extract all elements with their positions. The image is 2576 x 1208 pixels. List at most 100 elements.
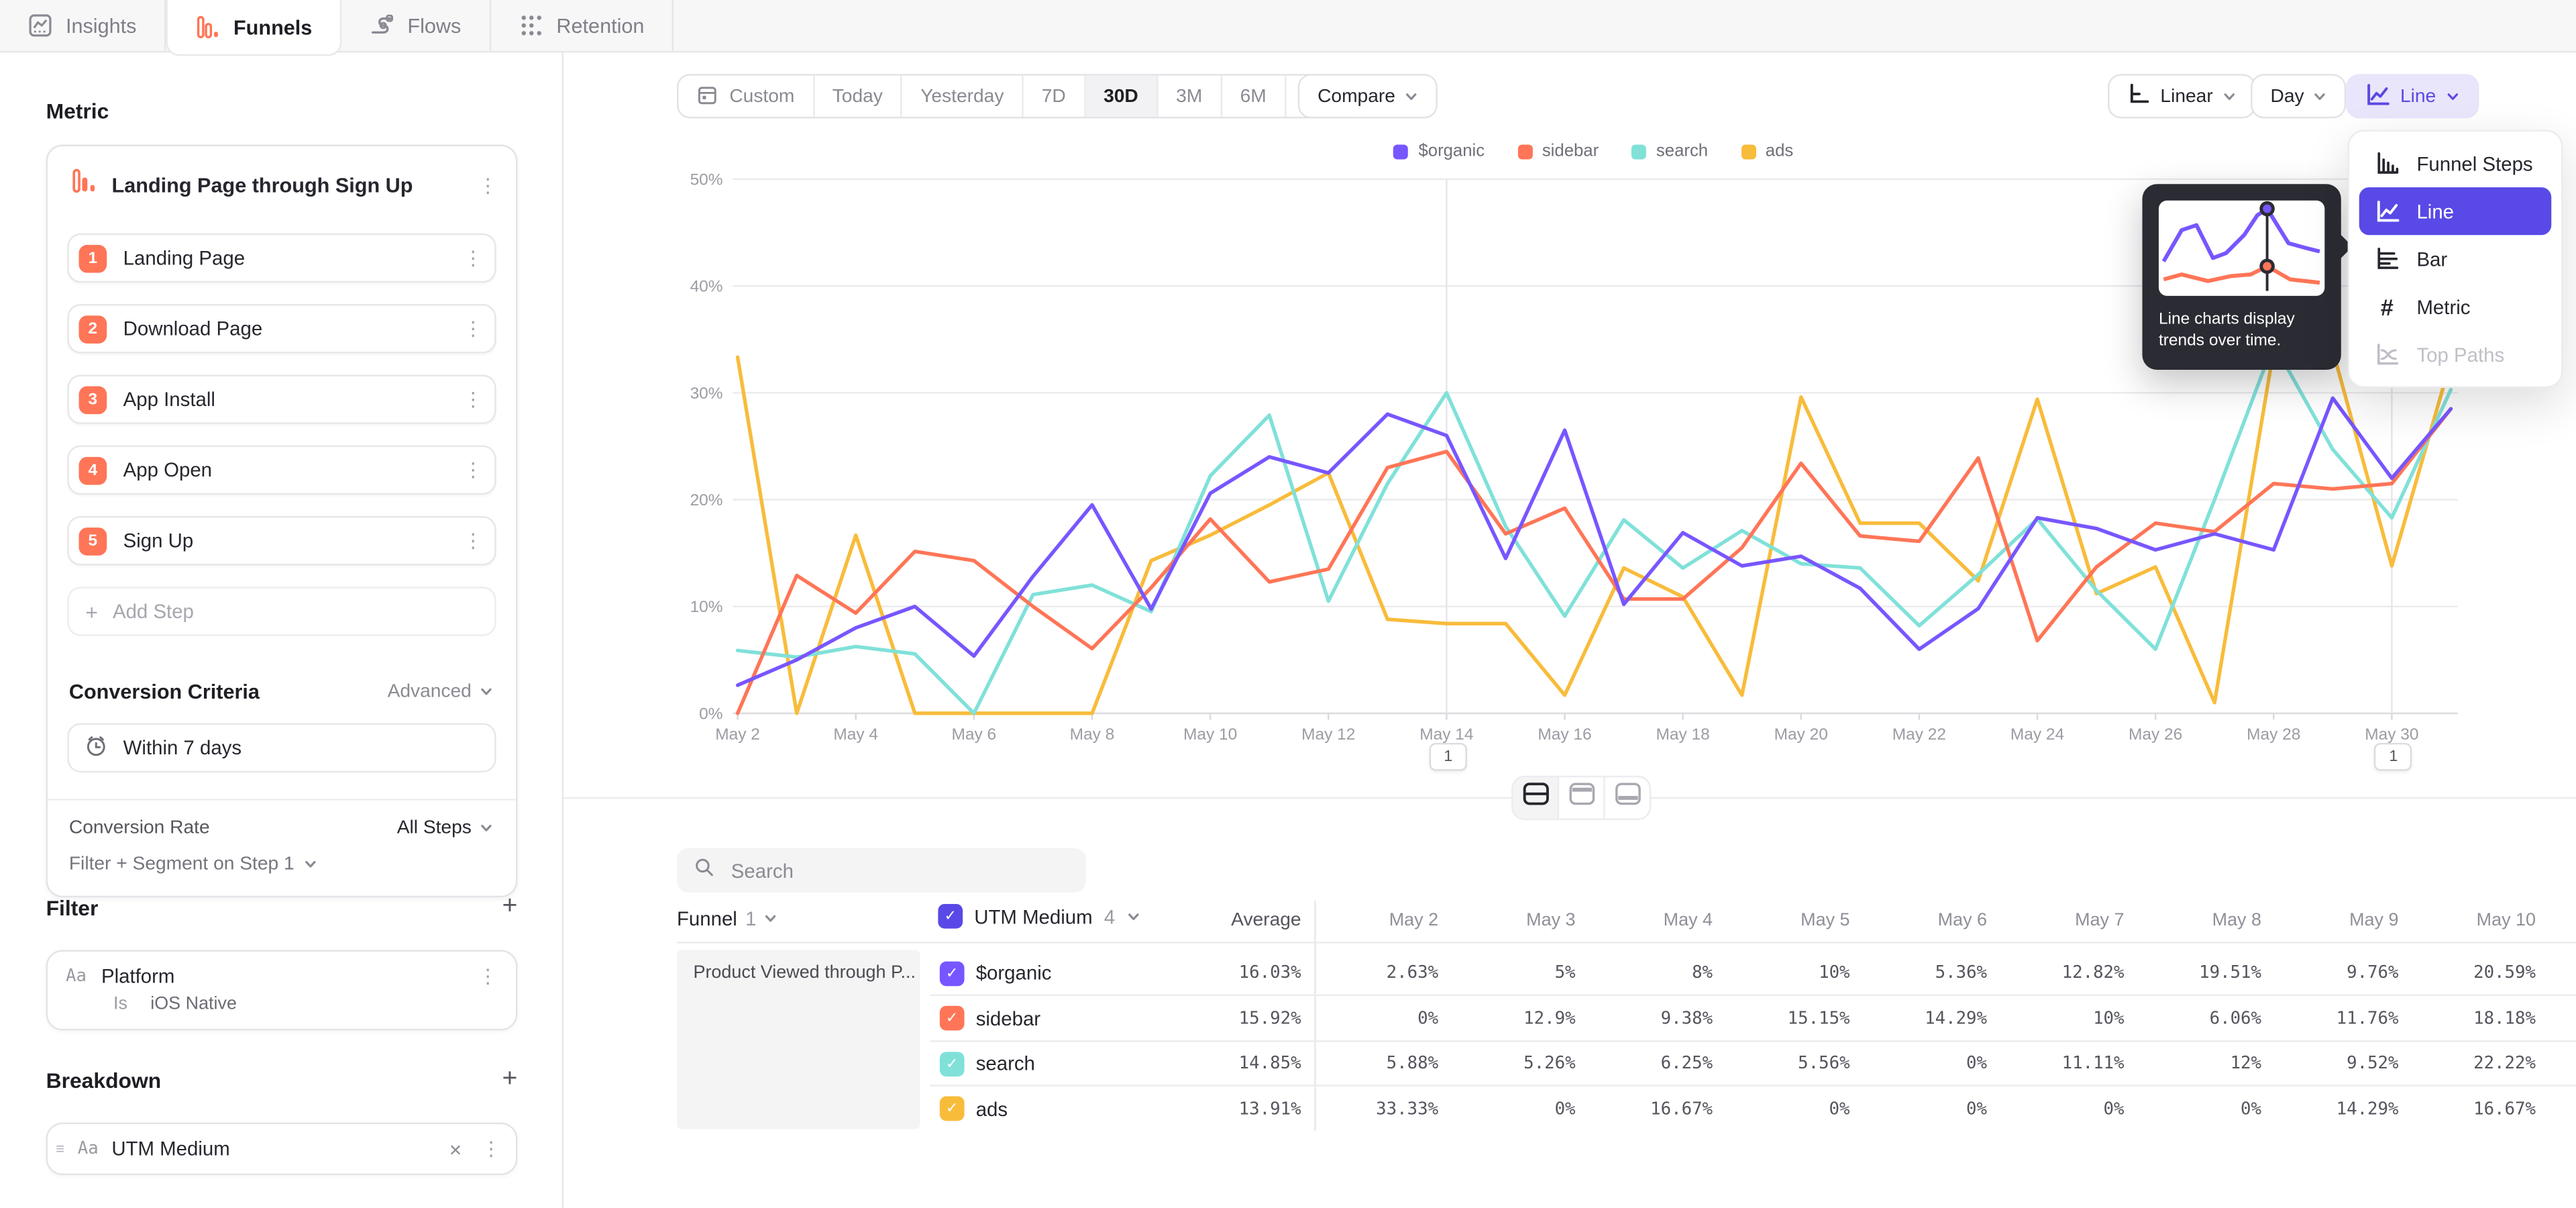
band-top-icon [1568, 783, 1595, 814]
funnel-column-header[interactable]: Funnel 1 [677, 907, 777, 930]
date-range-today[interactable]: Today [814, 76, 902, 117]
split-rows-icon [1522, 783, 1548, 814]
chart-type-dropdown-button[interactable]: Line [2346, 74, 2479, 118]
layout-toggle-band-bottom[interactable] [1605, 777, 1650, 818]
menu-item-bar[interactable]: Bar [2359, 235, 2552, 283]
funnel-step-5[interactable]: 5Sign Up [67, 516, 496, 565]
filter-operator[interactable]: Is [113, 995, 127, 1014]
search-input[interactable] [728, 857, 1069, 883]
breakdown-card[interactable]: Aa UTM Medium [46, 1123, 518, 1175]
breakdown-column-header[interactable]: ✓ UTM Medium 4 [938, 904, 1139, 929]
add-step-label: Add Step [113, 600, 194, 623]
legend-item-search[interactable]: search [1631, 142, 1708, 161]
series-line-ads[interactable] [738, 350, 2451, 713]
tab-funnels[interactable]: Funnels [166, 0, 342, 56]
table-cell: 16.67% [2404, 1099, 2536, 1118]
date-column-header: May 7 [1993, 911, 2125, 930]
layout-toggle-split-rows[interactable] [1513, 777, 1560, 818]
funnel-steps-list: 1Landing Page 2Download Page 3App Install 4… [48, 222, 516, 566]
svg-text:May 12: May 12 [1301, 725, 1355, 744]
flows-icon [370, 13, 394, 38]
row-checkbox[interactable]: ✓ [940, 960, 965, 985]
funnel-step-3[interactable]: 3App Install [67, 374, 496, 423]
table-cell: 5% [1444, 963, 1576, 983]
filter-kebab-menu[interactable] [476, 966, 499, 986]
table-cell: 0% [1993, 1099, 2125, 1118]
menu-item-funnel-steps[interactable]: Funnel Steps [2359, 140, 2552, 187]
select-all-checkbox[interactable]: ✓ [938, 904, 963, 929]
step-kebab-menu[interactable] [462, 531, 484, 550]
svg-text:May 22: May 22 [1892, 725, 1946, 744]
date-column-header: May 6 [1856, 911, 1987, 930]
funnel-step-2[interactable]: 2Download Page [67, 304, 496, 353]
table-search[interactable] [677, 848, 1086, 893]
tab-insights[interactable]: Insights [0, 0, 166, 51]
filter-value[interactable]: iOS Native [150, 995, 237, 1014]
step-kebab-menu[interactable] [462, 460, 484, 480]
svg-text:30%: 30% [690, 385, 723, 403]
date-range-6m[interactable]: 6M [1222, 76, 1286, 117]
legend-item-ads[interactable]: ads [1741, 142, 1793, 161]
legend-swatch [1394, 144, 1409, 158]
scale-dropdown-button[interactable]: Linear [2108, 74, 2255, 118]
filter-section-label: Filter [46, 895, 99, 919]
annotation-badge[interactable]: 1 [1430, 743, 1467, 771]
add-breakdown-button[interactable]: + [502, 1066, 518, 1093]
date-range-custom[interactable]: Custom [678, 76, 814, 117]
filter-segment-dropdown[interactable]: Filter + Segment on Step 1 [69, 854, 493, 874]
series-line-organic[interactable] [738, 398, 2451, 685]
add-step-button[interactable]: + Add Step [67, 587, 496, 636]
row-checkbox[interactable]: ✓ [940, 1096, 965, 1121]
funnel-step-1[interactable]: 1Landing Page [67, 234, 496, 283]
series-line-sidebar[interactable] [738, 409, 2451, 713]
date-range-label: 3M [1176, 87, 1202, 106]
menu-item-metric[interactable]: #Metric [2359, 283, 2552, 330]
table-cell: 20.59% [2404, 963, 2536, 983]
legend-item-sidebar[interactable]: sidebar [1517, 142, 1599, 161]
row-checkbox[interactable]: ✓ [940, 1006, 965, 1031]
svg-text:May 4: May 4 [833, 725, 878, 744]
conversion-window-button[interactable]: Within 7 days [67, 723, 496, 772]
metric-card-header[interactable]: Landing Page through Sign Up [48, 146, 516, 222]
table-cell: 0% [1444, 1099, 1576, 1118]
funnel-step-4[interactable]: 4App Open [67, 446, 496, 495]
step-kebab-menu[interactable] [462, 389, 484, 409]
annotation-badge[interactable]: 1 [2375, 743, 2412, 771]
row-checkbox[interactable]: ✓ [940, 1051, 965, 1076]
funnel-group-cell[interactable]: Product Viewed through P... [677, 950, 920, 1129]
advanced-dropdown[interactable]: Advanced [388, 682, 493, 701]
drag-handle-icon[interactable] [56, 1141, 64, 1157]
legend-swatch [1741, 144, 1756, 158]
tab-retention[interactable]: Retention [490, 0, 674, 51]
tab-flows[interactable]: Flows [341, 0, 490, 51]
table-cell: 6.06% [2130, 1008, 2261, 1027]
metric-kebab-menu[interactable] [476, 175, 499, 195]
step-kebab-menu[interactable] [462, 319, 484, 338]
date-range-7d[interactable]: 7D [1024, 76, 1085, 117]
table-cell: 6.25% [1581, 1054, 1713, 1073]
compare-button[interactable]: Compare [1298, 74, 1438, 118]
remove-breakdown-icon[interactable] [444, 1136, 466, 1161]
table-cell: 11.11% [1993, 1054, 2125, 1073]
row-separator [930, 1040, 2576, 1041]
filter-card[interactable]: Aa Platform Is iOS Native [46, 950, 518, 1031]
date-range-label: 30D [1104, 87, 1138, 106]
svg-text:May 20: May 20 [1774, 725, 1828, 744]
line-chart-icon [2366, 81, 2391, 111]
date-range-30d[interactable]: 30D [1085, 76, 1158, 117]
interval-dropdown-button[interactable]: Day [2251, 74, 2347, 118]
filter-property-name: Platform [101, 965, 462, 988]
date-range-label: 6M [1240, 87, 1267, 106]
breakdown-kebab-menu[interactable] [480, 1139, 502, 1158]
date-range-yesterday[interactable]: Yesterday [902, 76, 1024, 117]
date-range-3m[interactable]: 3M [1158, 76, 1222, 117]
conversion-rate-dropdown[interactable]: All Steps [397, 819, 493, 838]
add-filter-button[interactable]: + [502, 894, 518, 920]
legend-item-organic[interactable]: $organic [1394, 142, 1485, 161]
svg-text:May 8: May 8 [1070, 725, 1115, 744]
layout-toggle-band-top[interactable] [1559, 777, 1605, 818]
step-kebab-menu[interactable] [462, 248, 484, 268]
chevron-down-icon [304, 858, 317, 871]
plus-icon: + [85, 599, 98, 624]
menu-item-line[interactable]: Line [2359, 187, 2552, 235]
